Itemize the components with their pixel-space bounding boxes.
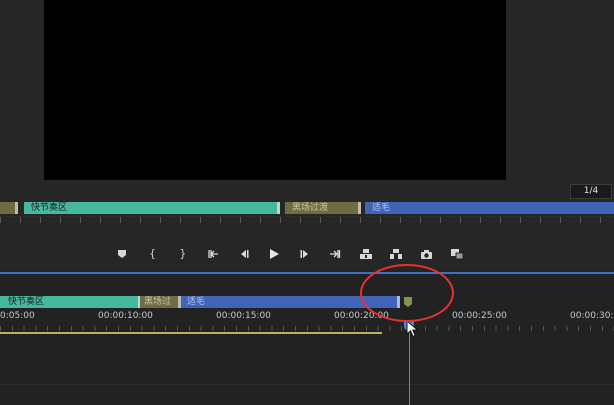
- step-forward-icon: [300, 250, 308, 258]
- comparison-icon: [450, 249, 464, 260]
- timeline-panel: [0, 274, 614, 405]
- marker-icon: [118, 250, 126, 258]
- timecode-label: 00:00:25:00: [452, 311, 507, 321]
- timecode-label: 00:00:30:00: [570, 311, 614, 321]
- go-to-out-button[interactable]: [325, 245, 345, 263]
- timeline-time-ruler[interactable]: 0:05:00 00:00:10:00 00:00:15:00 00:00:20…: [0, 309, 614, 333]
- timecode-label: 00:00:15:00: [216, 311, 271, 321]
- go-to-in-icon: [208, 250, 219, 258]
- go-to-out-icon: [330, 250, 341, 258]
- step-forward-button[interactable]: [295, 245, 315, 263]
- monitor-marker-stub: [0, 202, 18, 214]
- export-frame-button[interactable]: [417, 245, 437, 263]
- extract-button[interactable]: [386, 245, 406, 263]
- play-button[interactable]: [264, 245, 284, 263]
- monitor-time-ruler[interactable]: [0, 216, 614, 231]
- lift-button[interactable]: [356, 245, 376, 263]
- lift-icon: [359, 249, 372, 259]
- mark-in-icon: {: [148, 247, 156, 260]
- add-marker-button[interactable]: [112, 245, 132, 263]
- go-to-in-button[interactable]: [203, 245, 223, 263]
- step-back-icon: [240, 250, 249, 258]
- mark-out-icon: }: [179, 247, 187, 260]
- work-area-bar[interactable]: [0, 332, 382, 334]
- step-back-button[interactable]: [234, 245, 254, 263]
- mouse-cursor-icon: [406, 320, 419, 338]
- timeline-marker-black-transition[interactable]: 黑场过: [140, 296, 181, 308]
- mark-in-button[interactable]: {: [142, 245, 162, 263]
- camera-icon: [421, 249, 433, 259]
- monitor-marker-black-transition[interactable]: 黑场过渡: [285, 202, 361, 214]
- mark-out-button[interactable]: }: [173, 245, 193, 263]
- timecode-label: 0:05:00: [0, 311, 35, 321]
- extract-icon: [390, 249, 403, 259]
- track-divider: [0, 384, 614, 385]
- monitor-marker-fast-rhythm[interactable]: 快节奏区: [24, 202, 280, 214]
- monitor-marker-third[interactable]: 适毛: [365, 202, 614, 214]
- annotation-highlight-circle: [360, 264, 454, 322]
- play-icon: [270, 249, 280, 259]
- playback-resolution-select[interactable]: 1/4: [570, 184, 612, 199]
- timecode-label: 00:00:10:00: [98, 311, 153, 321]
- transport-controls: { }: [112, 245, 467, 263]
- timeline-marker-row: 快节奏区 黑场过 适毛: [0, 296, 614, 309]
- comparison-view-button[interactable]: [447, 245, 467, 263]
- video-preview: [44, 0, 506, 180]
- timeline-marker-fast-rhythm[interactable]: 快节奏区: [0, 296, 141, 308]
